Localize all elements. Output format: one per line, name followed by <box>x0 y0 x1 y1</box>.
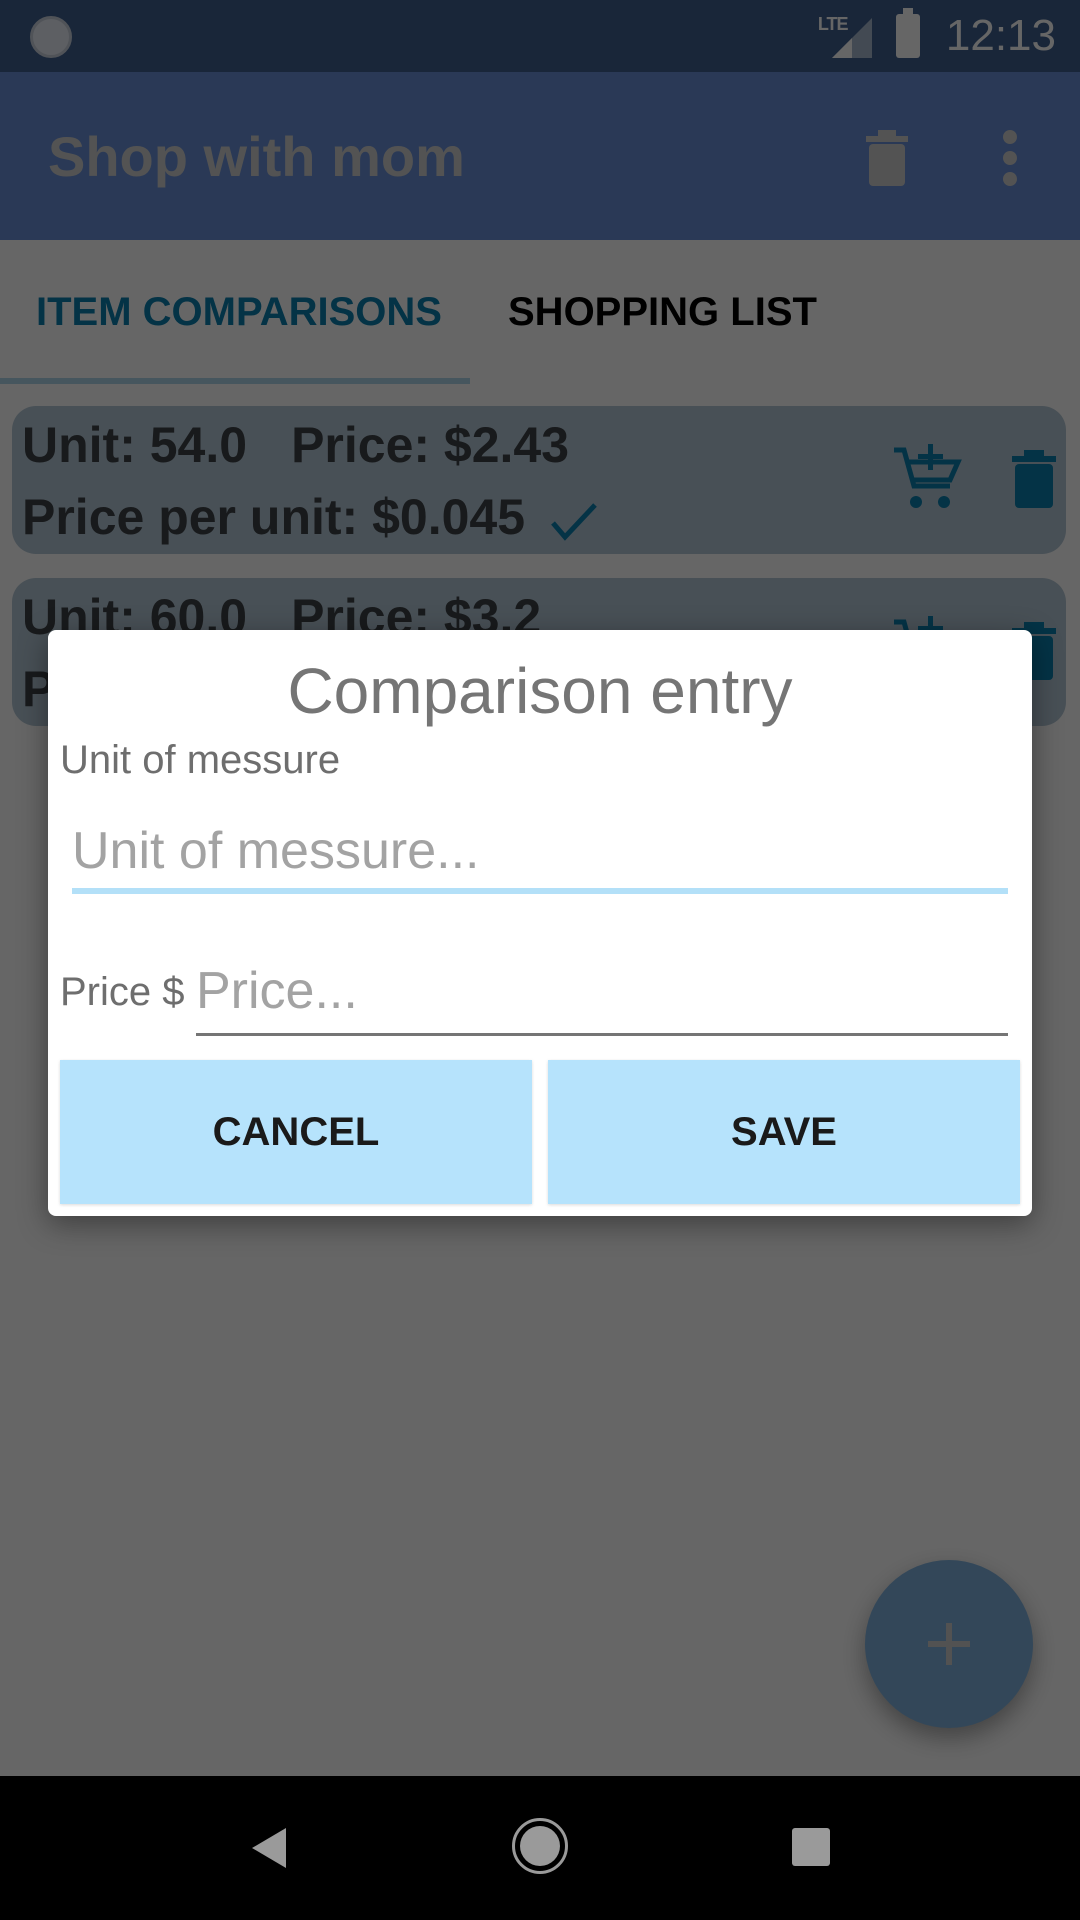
screen: LTE 12:13 Shop with mom ITEM COMPARISONS… <box>0 0 1080 1920</box>
price-input[interactable] <box>196 948 1008 1036</box>
comparison-entry-dialog: Comparison entry Unit of messure Price $… <box>48 630 1032 1216</box>
back-icon[interactable] <box>252 1828 286 1868</box>
system-nav-bar <box>0 1776 1080 1920</box>
recents-icon[interactable] <box>792 1828 830 1866</box>
unit-field-label: Unit of messure <box>60 738 341 782</box>
price-field-label: Price $ <box>60 970 185 1014</box>
save-button[interactable]: SAVE <box>548 1060 1020 1204</box>
unit-of-measure-input[interactable] <box>72 814 1008 894</box>
dialog-title: Comparison entry <box>287 655 793 727</box>
cancel-button[interactable]: CANCEL <box>60 1060 532 1204</box>
home-icon[interactable] <box>512 1818 568 1874</box>
